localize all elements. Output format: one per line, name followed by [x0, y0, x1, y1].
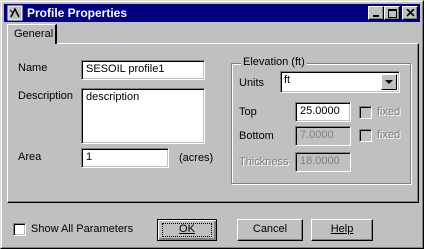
show-all-parameters-label[interactable]: Show All Parameters: [31, 223, 133, 235]
elevation-group-title: Elevation (ft): [241, 56, 307, 68]
name-label: Name: [18, 62, 48, 74]
name-input[interactable]: SESOIL profile1: [81, 60, 205, 80]
units-select[interactable]: ft: [280, 71, 400, 93]
cancel-button-label: Cancel: [252, 223, 288, 235]
help-button[interactable]: Help: [311, 219, 373, 241]
top-fixed-checkbox[interactable]: [359, 106, 372, 119]
tab-general[interactable]: General: [7, 24, 57, 44]
units-label: Units: [239, 77, 265, 89]
cancel-button[interactable]: Cancel: [237, 219, 303, 241]
ok-button[interactable]: OK: [157, 219, 217, 241]
units-selected-value: ft: [284, 74, 291, 86]
units-dropdown-button[interactable]: [381, 74, 397, 90]
chevron-down-icon: [385, 80, 393, 84]
close-button[interactable]: [402, 6, 418, 20]
top-label: Top: [239, 106, 257, 118]
area-input[interactable]: 1: [81, 148, 169, 168]
area-unit-label: (acres): [179, 152, 214, 164]
bottom-fixed-checkbox[interactable]: [359, 129, 372, 142]
maximize-button[interactable]: [384, 6, 400, 20]
bottom-input[interactable]: 7.0000: [295, 126, 351, 146]
thickness-label: Thickness: [239, 156, 289, 168]
area-label: Area: [18, 151, 42, 163]
tab-general-label: General: [14, 28, 54, 40]
window-title: Profile Properties: [27, 6, 128, 20]
title-bar[interactable]: Profile Properties: [4, 4, 420, 22]
dialog-window: Profile Properties General Name SESOIL p…: [0, 0, 424, 249]
close-icon: [406, 9, 415, 17]
bottom-fixed-label: fixed: [377, 129, 401, 141]
bottom-label: Bottom: [239, 130, 274, 142]
top-fixed-label: fixed: [377, 106, 401, 118]
thickness-input[interactable]: 18.0000: [295, 152, 351, 172]
show-all-parameters-checkbox[interactable]: [13, 223, 26, 236]
minimize-button[interactable]: [368, 6, 384, 20]
profile-icon: [7, 5, 23, 21]
help-button-label: Help: [330, 223, 354, 235]
maximize-icon: [388, 9, 397, 18]
top-input[interactable]: 25.0000: [295, 102, 351, 122]
description-input[interactable]: description: [81, 88, 205, 144]
minimize-icon: [373, 15, 379, 17]
focus-indicator: [162, 223, 212, 237]
description-label: Description: [18, 90, 74, 102]
